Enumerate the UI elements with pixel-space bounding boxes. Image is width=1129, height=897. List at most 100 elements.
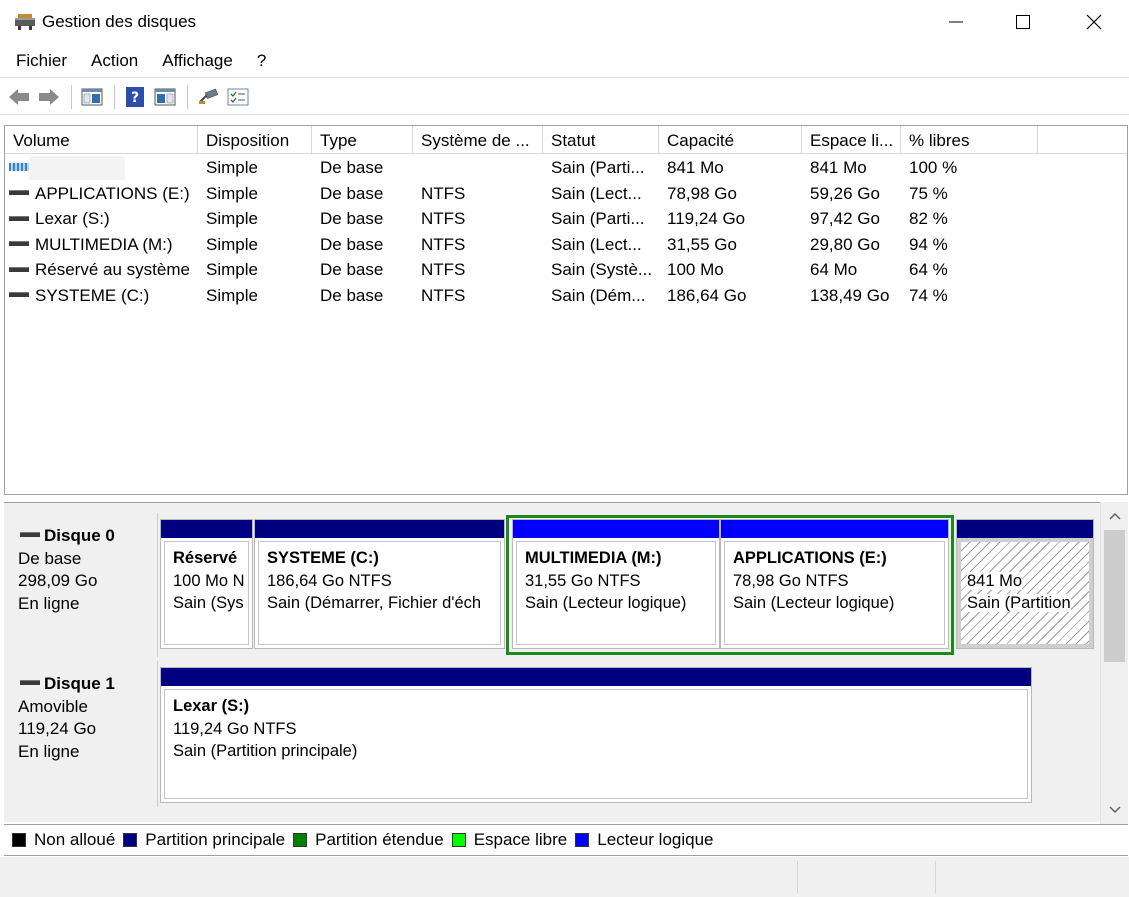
cell-capacite: 100 Mo bbox=[667, 260, 724, 279]
table-row[interactable]: SYSTEME (C:) Simple De base NTFS Sain (D… bbox=[5, 283, 1127, 309]
legend-item: Non alloué bbox=[12, 830, 115, 850]
cell-statut: Sain (Lect... bbox=[551, 183, 642, 203]
menu-affichage[interactable]: Affichage bbox=[150, 51, 245, 71]
cell-statut: Sain (Lect... bbox=[551, 234, 642, 254]
vertical-scrollbar[interactable] bbox=[1100, 502, 1128, 824]
partition-status: Sain (Sys bbox=[173, 594, 244, 612]
cell-type: De base bbox=[320, 234, 384, 254]
cell-disposition: Simple bbox=[206, 260, 258, 279]
partition-multimedia[interactable]: MULTIMEDIA (M:) 31,55 Go NTFS Sain (Lect… bbox=[512, 519, 720, 649]
forward-button[interactable] bbox=[37, 85, 61, 109]
partition-bar bbox=[513, 520, 719, 538]
connect-icon bbox=[199, 88, 218, 104]
maximize-icon bbox=[1016, 15, 1030, 29]
legend-swatch bbox=[12, 833, 26, 847]
partition-status: Sain (Lecteur logique) bbox=[733, 594, 895, 612]
partition-bar bbox=[957, 520, 1093, 538]
menu-action[interactable]: Action bbox=[79, 51, 150, 71]
disk-state: En ligne bbox=[18, 741, 80, 761]
column-header-capacite[interactable]: Capacité bbox=[659, 126, 802, 154]
column-header-pct-libres[interactable]: % libres bbox=[901, 126, 1038, 154]
disk-0-label[interactable]: Disque 0 De base 298,09 Go En ligne bbox=[4, 513, 158, 657]
scrollbar-thumb[interactable] bbox=[1104, 530, 1125, 662]
legend-swatch bbox=[123, 833, 138, 847]
disk-name: Disque 1 bbox=[44, 674, 115, 693]
legend-swatch bbox=[575, 833, 590, 847]
disk-1-label[interactable]: Disque 1 Amovible 119,24 Go En ligne bbox=[4, 661, 158, 807]
connect-button[interactable] bbox=[196, 85, 220, 109]
window-title: Gestion des disques bbox=[42, 12, 197, 31]
partition-bar bbox=[721, 520, 948, 538]
partition-status: Sain (Partition bbox=[967, 594, 1071, 612]
table-row[interactable]: Simple De base Sain (Parti... 841 Mo 841… bbox=[5, 155, 1127, 181]
status-bar bbox=[0, 857, 1129, 897]
cell-espace-libre: 138,49 Go bbox=[810, 285, 890, 305]
partition-applications[interactable]: APPLICATIONS (E:) 78,98 Go NTFS Sain (Le… bbox=[720, 519, 949, 649]
cell-pct-libres: 82 % bbox=[909, 209, 948, 228]
volume-name: Réservé au système bbox=[35, 260, 190, 279]
volume-icon bbox=[9, 241, 29, 247]
table-row[interactable]: Lexar (S:) Simple De base NTFS Sain (Par… bbox=[5, 206, 1127, 232]
partition-systeme[interactable]: SYSTEME (C:) 186,64 Go NTFS Sain (Démarr… bbox=[254, 519, 505, 649]
legend-swatch bbox=[451, 833, 466, 847]
help-icon: ? bbox=[126, 86, 144, 107]
partition-status: Sain (Démarrer, Fichier d'éch bbox=[267, 594, 482, 612]
cell-espace-libre: 97,42 Go bbox=[810, 209, 880, 228]
table-row[interactable]: APPLICATIONS (E:) Simple De base NTFS Sa… bbox=[5, 181, 1127, 207]
cell-disposition: Simple bbox=[206, 158, 258, 177]
chevron-down-icon bbox=[1108, 806, 1121, 814]
column-header-filesystem[interactable]: Système de ... bbox=[413, 126, 543, 154]
table-row[interactable]: MULTIMEDIA (M:) Simple De base NTFS Sain… bbox=[5, 232, 1127, 258]
disk-size: 298,09 Go bbox=[18, 571, 98, 590]
partition-size: 31,55 Go NTFS bbox=[525, 571, 641, 590]
volume-name: Lexar (S:) bbox=[35, 209, 110, 228]
legend-label: Non alloué bbox=[34, 830, 116, 849]
checklist-button[interactable] bbox=[226, 85, 250, 109]
partition-recovery[interactable]: 841 Mo Sain (Partition bbox=[956, 519, 1094, 649]
maximize-button[interactable] bbox=[988, 0, 1058, 44]
menu-help[interactable]: ? bbox=[245, 51, 278, 71]
volume-icon bbox=[9, 292, 29, 298]
scroll-up-button[interactable] bbox=[1101, 504, 1128, 528]
back-button[interactable] bbox=[7, 85, 31, 109]
title-bar: Gestion des disques bbox=[0, 0, 1129, 44]
cell-pct-libres: 94 % bbox=[909, 234, 948, 254]
partition-name bbox=[967, 547, 1089, 570]
help-button[interactable]: ? bbox=[123, 85, 147, 109]
table-row[interactable]: Réservé au système Simple De base NTFS S… bbox=[5, 257, 1127, 283]
partition-name: MULTIMEDIA (M:) bbox=[525, 549, 662, 567]
partition-reserve[interactable]: Réservé 100 Mo N Sain (Sys bbox=[160, 519, 253, 649]
close-button[interactable] bbox=[1059, 0, 1129, 44]
column-header-disposition[interactable]: Disposition bbox=[198, 126, 312, 154]
console-tree-button[interactable] bbox=[80, 85, 104, 109]
partition-lexar[interactable]: Lexar (S:) 119,24 Go NTFS Sain (Partitio… bbox=[160, 667, 1032, 803]
disk-type: De base bbox=[18, 548, 82, 568]
cell-type: De base bbox=[320, 158, 384, 177]
cell-filesystem: NTFS bbox=[421, 209, 466, 228]
close-icon bbox=[1086, 14, 1102, 30]
minimize-button[interactable] bbox=[921, 0, 991, 44]
column-header-volume[interactable]: Volume bbox=[5, 126, 198, 154]
disk-name: Disque 0 bbox=[44, 526, 115, 545]
volume-icon bbox=[9, 266, 29, 272]
cell-statut: Sain (Dém... bbox=[551, 285, 646, 305]
menu-fichier[interactable]: Fichier bbox=[0, 51, 79, 71]
cell-filesystem: NTFS bbox=[421, 234, 466, 254]
cell-type: De base bbox=[320, 209, 384, 228]
cell-disposition: Simple bbox=[206, 183, 258, 203]
partition-size: 78,98 Go NTFS bbox=[733, 571, 849, 590]
cell-espace-libre: 59,26 Go bbox=[810, 183, 880, 203]
partition-size: 186,64 Go NTFS bbox=[267, 571, 392, 590]
column-header-statut[interactable]: Statut bbox=[543, 126, 659, 154]
scroll-down-button[interactable] bbox=[1101, 798, 1128, 822]
cell-capacite: 841 Mo bbox=[667, 158, 724, 177]
table-header: Volume Disposition Type Système de ... S… bbox=[5, 126, 1127, 154]
partition-status: Sain (Lecteur logique) bbox=[525, 594, 687, 612]
column-header-espace-libre[interactable]: Espace li... bbox=[802, 126, 901, 154]
cell-espace-libre: 64 Mo bbox=[810, 260, 858, 279]
legend-item: Partition principale bbox=[123, 830, 285, 850]
column-header-type[interactable]: Type bbox=[312, 126, 413, 154]
properties-pane-button[interactable] bbox=[153, 85, 177, 109]
cell-disposition: Simple bbox=[206, 234, 258, 254]
cell-statut: Sain (Parti... bbox=[551, 158, 645, 177]
